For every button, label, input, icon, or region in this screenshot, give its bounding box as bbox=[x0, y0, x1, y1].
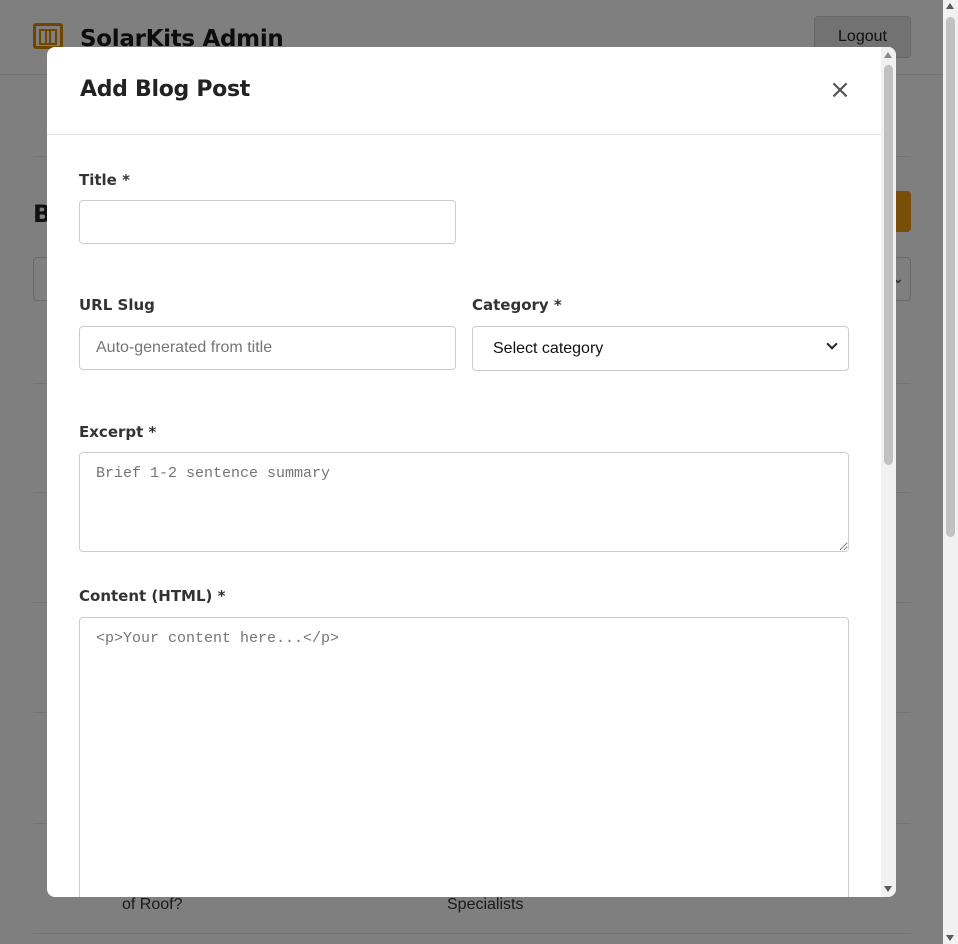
content-label: Content (HTML) * bbox=[79, 587, 226, 605]
title-input[interactable] bbox=[79, 200, 456, 244]
chevron-down-icon bbox=[826, 338, 838, 350]
modal-header: Add Blog Post × bbox=[47, 47, 881, 135]
category-selected-value: Select category bbox=[493, 340, 604, 357]
excerpt-label: Excerpt * bbox=[79, 423, 157, 441]
page-scroll-thumb[interactable] bbox=[946, 17, 955, 537]
scroll-down-arrow-icon[interactable] bbox=[884, 886, 892, 892]
close-icon[interactable]: × bbox=[827, 75, 853, 105]
category-select[interactable]: Select category bbox=[472, 326, 849, 371]
scroll-down-arrow-icon[interactable] bbox=[946, 935, 954, 941]
url-slug-input[interactable] bbox=[79, 326, 456, 370]
category-label: Category * bbox=[472, 296, 562, 314]
content-textarea[interactable] bbox=[79, 617, 849, 897]
modal-scroll-thumb[interactable] bbox=[884, 65, 893, 465]
modal-scrollbar[interactable] bbox=[881, 47, 896, 897]
scroll-up-arrow-icon[interactable] bbox=[884, 52, 892, 58]
url-slug-label: URL Slug bbox=[79, 296, 155, 314]
page-scrollbar[interactable] bbox=[943, 0, 958, 944]
title-label: Title * bbox=[79, 171, 130, 189]
excerpt-textarea[interactable] bbox=[79, 452, 849, 552]
add-blog-post-modal: Add Blog Post × Title * URL Slug Categor… bbox=[47, 47, 896, 897]
scroll-up-arrow-icon[interactable] bbox=[946, 3, 954, 9]
modal-title: Add Blog Post bbox=[80, 77, 250, 102]
